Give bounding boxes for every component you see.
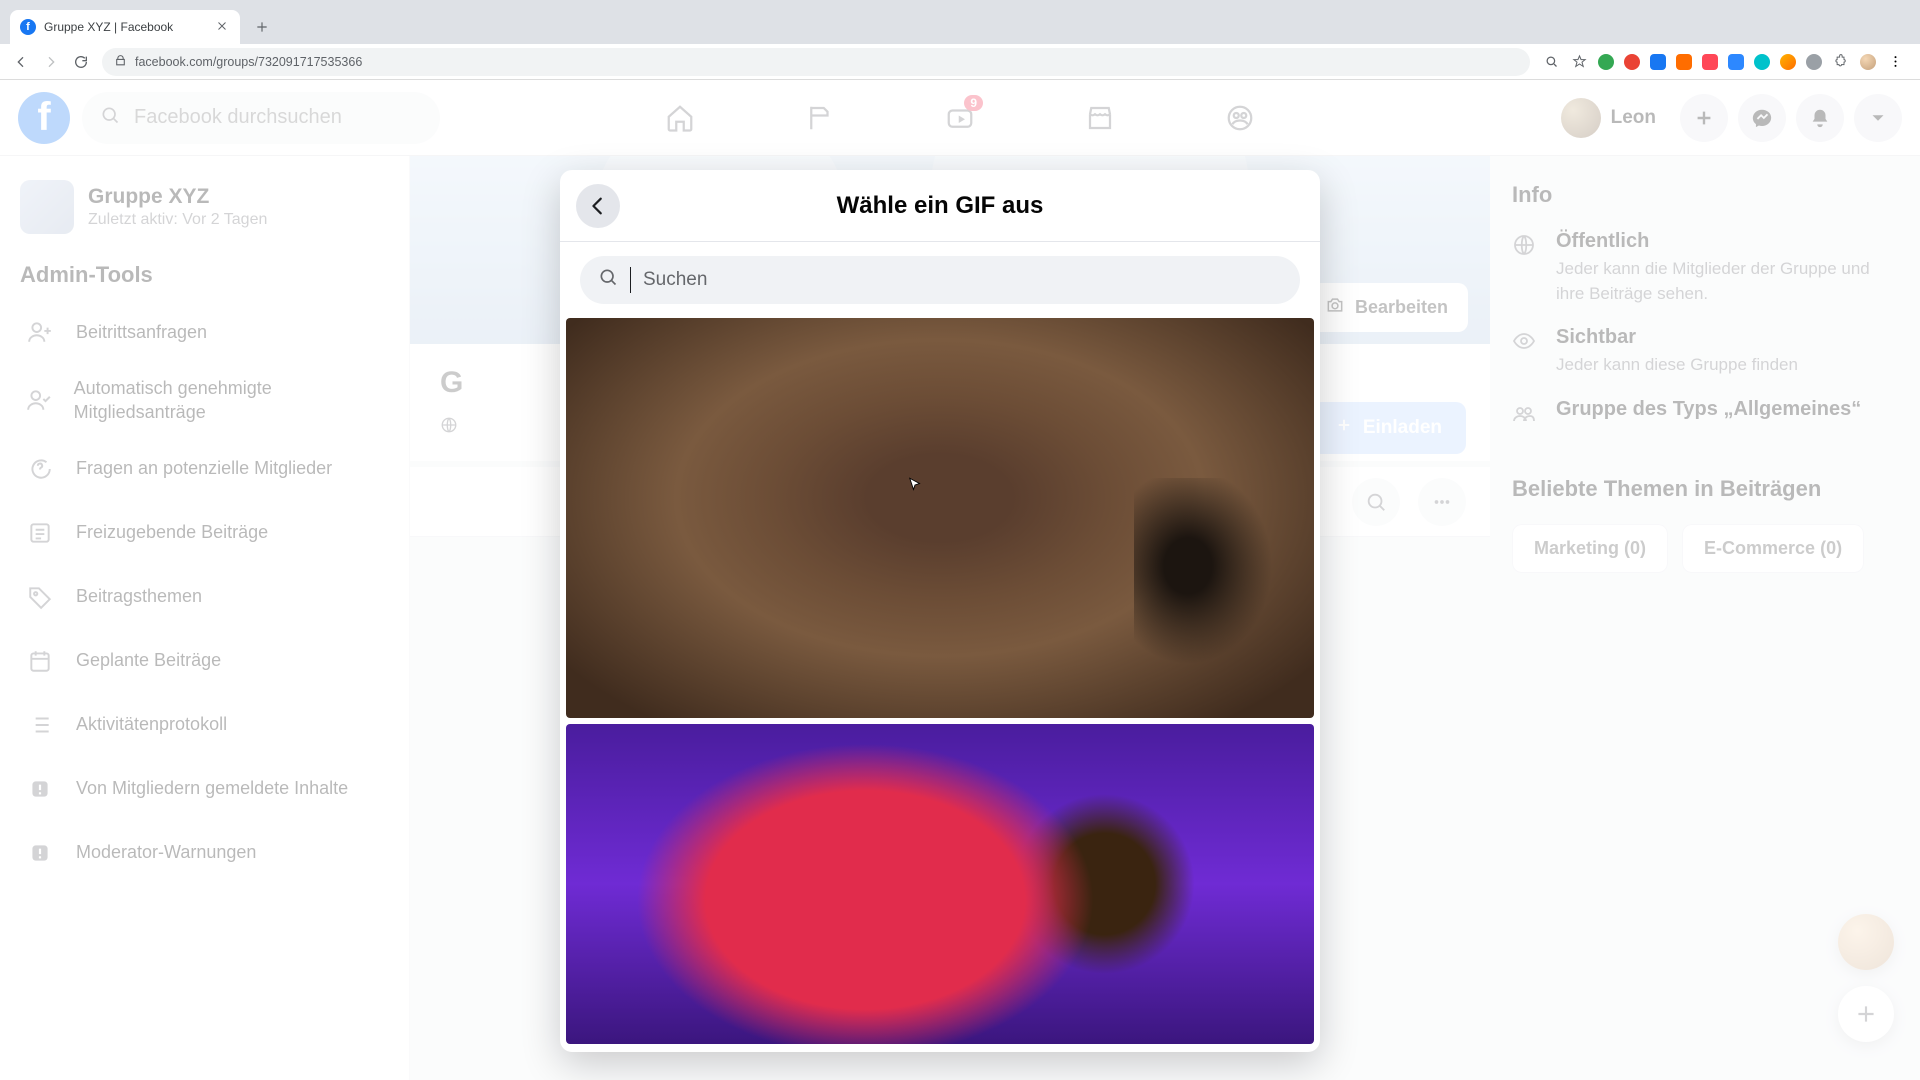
gif-result[interactable]: [566, 724, 1314, 1044]
star-icon[interactable]: [1570, 54, 1588, 69]
close-tab-icon[interactable]: [216, 20, 228, 35]
tab-strip: f Gruppe XYZ | Facebook: [0, 0, 1920, 44]
gif-results: [560, 318, 1320, 1052]
extension-icon[interactable]: [1728, 54, 1744, 70]
omnibox[interactable]: facebook.com/groups/732091717535366: [102, 48, 1530, 76]
extensions-puzzle-icon[interactable]: [1832, 54, 1850, 69]
chrome-profile-avatar[interactable]: [1860, 54, 1876, 70]
back-button[interactable]: [576, 184, 620, 228]
gif-search[interactable]: Suchen: [580, 256, 1300, 304]
extension-icon[interactable]: [1624, 54, 1640, 70]
nav-back-icon[interactable]: [12, 54, 30, 70]
new-tab-button[interactable]: [248, 13, 276, 41]
extension-icon[interactable]: [1806, 54, 1822, 70]
nav-forward-icon: [42, 54, 60, 70]
extension-icon[interactable]: [1780, 54, 1796, 70]
browser-chrome: f Gruppe XYZ | Facebook facebook.com/gro…: [0, 0, 1920, 80]
extension-icons: [1542, 54, 1908, 70]
address-bar: facebook.com/groups/732091717535366: [0, 44, 1920, 80]
mouse-cursor-icon: [906, 476, 924, 494]
facebook-favicon-icon: f: [20, 19, 36, 35]
extension-icon[interactable]: [1650, 54, 1666, 70]
extension-icon[interactable]: [1676, 54, 1692, 70]
modal-title: Wähle ein GIF aus: [837, 192, 1044, 220]
extension-icon[interactable]: [1598, 54, 1614, 70]
gif-picker-modal: Wähle ein GIF aus Suchen: [560, 170, 1320, 1052]
zoom-icon[interactable]: [1542, 54, 1560, 69]
reload-icon[interactable]: [72, 54, 90, 70]
extension-icon[interactable]: [1702, 54, 1718, 70]
gif-result[interactable]: [566, 318, 1314, 718]
lock-icon: [114, 54, 127, 70]
modal-header: Wähle ein GIF aus: [560, 170, 1320, 242]
extension-icon[interactable]: [1754, 54, 1770, 70]
chrome-menu-icon[interactable]: [1886, 54, 1904, 69]
tab-title: Gruppe XYZ | Facebook: [44, 20, 173, 34]
browser-tab[interactable]: f Gruppe XYZ | Facebook: [10, 10, 240, 44]
url-text: facebook.com/groups/732091717535366: [135, 55, 362, 69]
